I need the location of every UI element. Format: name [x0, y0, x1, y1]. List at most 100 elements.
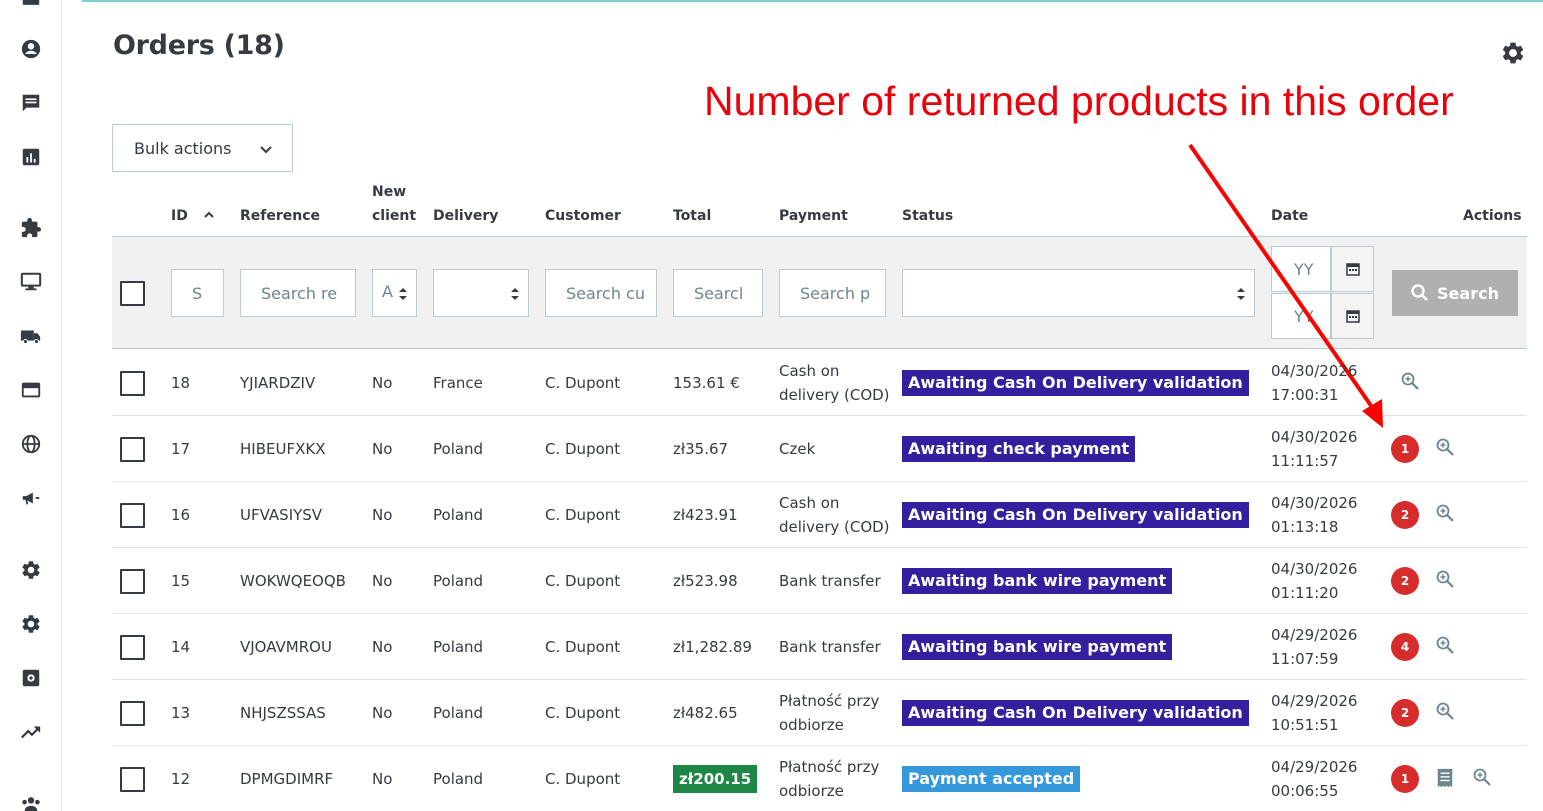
row-checkbox[interactable]	[120, 569, 145, 594]
advanced-settings-icon[interactable]	[19, 612, 43, 636]
order-date: 04/29/2026	[1271, 692, 1358, 710]
new-client-value: No	[372, 440, 393, 458]
payment-method: Bank transfer	[779, 638, 881, 656]
bulk-actions-dropdown[interactable]: Bulk actions	[112, 124, 293, 172]
col-reference-header[interactable]: Reference	[240, 204, 320, 228]
returned-products-badge[interactable]: 2	[1391, 567, 1419, 595]
sort-asc-icon[interactable]	[203, 209, 215, 221]
select-arrows-icon	[1237, 288, 1245, 300]
row-checkbox[interactable]	[120, 767, 145, 792]
col-delivery-header[interactable]: Delivery	[433, 204, 498, 228]
search-button[interactable]: Search	[1392, 270, 1518, 316]
view-order-zoom-icon[interactable]	[1472, 767, 1492, 787]
customer-name: C. Dupont	[545, 374, 621, 392]
design-icon[interactable]	[19, 270, 43, 294]
settings-gear-icon[interactable]	[1500, 40, 1526, 66]
extension-icon[interactable]	[19, 666, 43, 690]
delivery-filter-select[interactable]	[433, 269, 529, 317]
order-time: 01:11:20	[1271, 584, 1339, 602]
total-filter-input[interactable]: Searcl	[673, 269, 763, 317]
order-reference: UFVASIYSV	[240, 506, 323, 524]
row-checkbox[interactable]	[120, 701, 145, 726]
returned-products-badge[interactable]: 4	[1391, 633, 1419, 661]
returned-products-badge[interactable]: 1	[1391, 435, 1419, 463]
messages-icon[interactable]	[19, 91, 43, 115]
marketing-icon[interactable]	[19, 486, 43, 510]
col-date-header[interactable]: Date	[1271, 204, 1308, 228]
status-badge[interactable]: Awaiting Cash On Delivery validation	[902, 502, 1249, 528]
col-actions-header: Actions	[1463, 208, 1522, 224]
col-status-header[interactable]: Status	[902, 204, 953, 228]
status-badge[interactable]: Awaiting Cash On Delivery validation	[902, 370, 1249, 396]
delivery-country: Poland	[433, 440, 484, 458]
new-client-value: No	[372, 770, 393, 788]
reference-filter-input[interactable]: Search re	[240, 269, 356, 317]
new-client-value: No	[372, 374, 393, 392]
returned-products-badge[interactable]: 1	[1391, 765, 1419, 793]
select-arrows-icon	[511, 288, 519, 300]
id-filter-input[interactable]: S	[171, 269, 224, 317]
settings-icon[interactable]	[19, 558, 43, 582]
col-total-header[interactable]: Total	[673, 204, 711, 228]
view-order-zoom-icon[interactable]	[1435, 569, 1455, 589]
view-order-zoom-icon[interactable]	[1435, 437, 1455, 457]
col-new-client-header-line2: client	[372, 208, 417, 224]
row-checkbox[interactable]	[120, 371, 145, 396]
payment-filter-input[interactable]: Search p	[779, 269, 886, 317]
customer-name: C. Dupont	[545, 638, 621, 656]
date-to-input[interactable]: YY	[1271, 293, 1331, 339]
order-id: 12	[171, 770, 191, 788]
payment-icon[interactable]	[19, 378, 43, 402]
modules-icon[interactable]	[19, 216, 43, 240]
customer-name: C. Dupont	[545, 440, 621, 458]
status-badge[interactable]: Awaiting bank wire payment	[902, 568, 1173, 594]
date-from-calendar-button[interactable]	[1331, 246, 1374, 292]
row-checkbox[interactable]	[120, 635, 145, 660]
new-client-value: No	[372, 638, 393, 656]
shipping-icon[interactable]	[19, 324, 43, 348]
col-customer-header[interactable]: Customer	[545, 204, 621, 228]
status-filter-select[interactable]	[902, 269, 1255, 317]
returned-products-badge[interactable]: 2	[1391, 699, 1419, 727]
new-client-filter-select[interactable]: A	[372, 269, 417, 317]
view-order-zoom-icon[interactable]	[1435, 503, 1455, 523]
search-icon	[1411, 284, 1428, 301]
customer-name: C. Dupont	[545, 770, 621, 788]
payment-method-line1: Cash on	[779, 494, 840, 512]
col-payment-header[interactable]: Payment	[779, 204, 848, 228]
date-to-calendar-button[interactable]	[1331, 293, 1374, 339]
order-reference: HIBEUFXKX	[240, 440, 326, 458]
payment-method: Czek	[779, 440, 816, 458]
row-checkbox[interactable]	[120, 503, 145, 528]
customer-filter-input[interactable]: Search cu	[545, 269, 657, 317]
trending-icon[interactable]	[19, 720, 43, 744]
dashboard-icon[interactable]	[19, 0, 43, 16]
new-client-value: No	[372, 572, 393, 590]
col-id-header[interactable]: ID	[171, 204, 214, 228]
status-badge[interactable]: Awaiting check payment	[902, 436, 1136, 462]
returned-products-badge[interactable]: 2	[1391, 501, 1419, 529]
new-client-filter-value: A	[382, 282, 393, 301]
select-all-checkbox[interactable]	[120, 281, 145, 306]
customer-icon[interactable]	[19, 37, 43, 61]
stats-icon[interactable]	[19, 145, 43, 169]
delivery-country: Poland	[433, 572, 484, 590]
new-client-value: No	[372, 506, 393, 524]
status-badge[interactable]: Awaiting bank wire payment	[902, 634, 1173, 660]
team-icon[interactable]	[19, 792, 43, 811]
view-order-zoom-icon[interactable]	[1435, 635, 1455, 655]
international-icon[interactable]	[19, 432, 43, 456]
date-from-input[interactable]: YY	[1271, 246, 1331, 292]
delivery-country: Poland	[433, 506, 484, 524]
status-badge[interactable]: Awaiting Cash On Delivery validation	[902, 700, 1249, 726]
order-date: 04/30/2026	[1271, 362, 1358, 380]
order-total: zł423.91	[673, 506, 738, 524]
invoice-icon[interactable]	[1435, 768, 1455, 790]
order-total: zł1,282.89	[673, 638, 752, 656]
calendar-icon	[1345, 310, 1360, 323]
order-date: 04/29/2026	[1271, 758, 1358, 776]
view-order-zoom-icon[interactable]	[1435, 701, 1455, 721]
view-order-zoom-icon[interactable]	[1400, 371, 1420, 391]
row-checkbox[interactable]	[120, 437, 145, 462]
status-badge[interactable]: Payment accepted	[902, 766, 1081, 792]
